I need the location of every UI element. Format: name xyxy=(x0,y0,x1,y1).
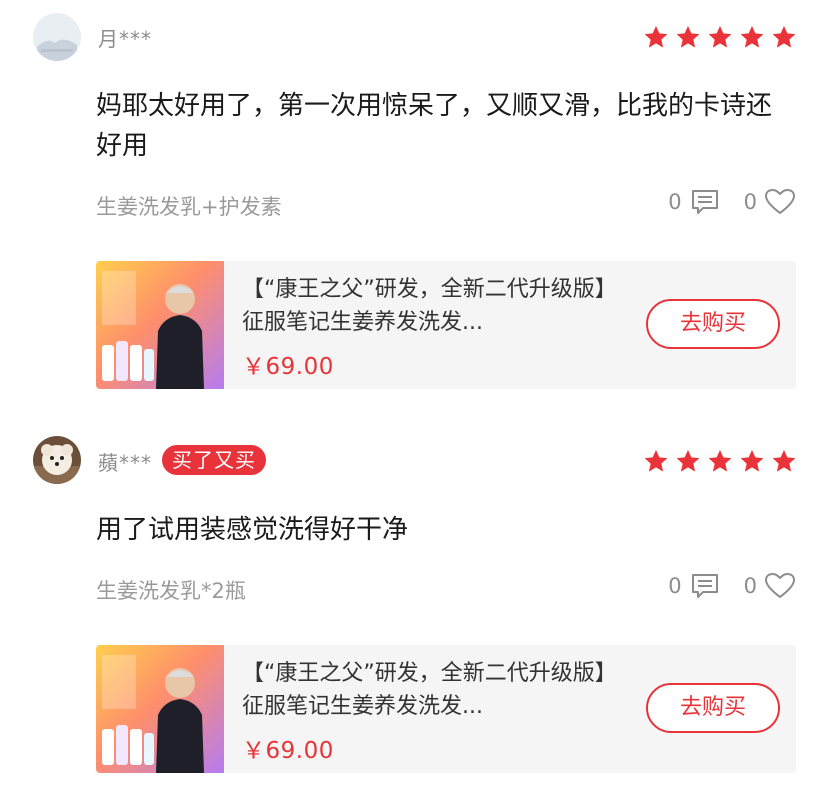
purchased-variant: 生姜洗发乳+护发素 xyxy=(96,195,282,219)
product-card[interactable]: 【“康王之父”研发，全新二代升级版】征服笔记生姜养发洗发... ￥69.00 去… xyxy=(96,645,796,773)
repurchase-badge: 买了又买 xyxy=(162,445,266,475)
comment-icon[interactable] xyxy=(690,573,720,599)
product-price: ￥69.00 xyxy=(242,738,334,764)
review-item: 蘋*** 买了又买 用了试用装感觉洗得好干净 生姜洗发乳*2瓶 0 0 【“康王… xyxy=(0,400,827,797)
product-thumbnail xyxy=(96,261,224,389)
heart-icon[interactable] xyxy=(765,573,795,599)
avatar[interactable] xyxy=(33,13,81,61)
like-count: 0 xyxy=(743,190,757,214)
star-icon xyxy=(772,449,796,472)
comment-count: 0 xyxy=(668,190,682,214)
star-icon xyxy=(740,449,764,472)
star-icon xyxy=(676,449,700,472)
avatar[interactable] xyxy=(33,436,81,484)
review-text: 用了试用装感觉洗得好干净 xyxy=(96,515,409,545)
star-icon xyxy=(708,449,732,472)
comment-icon[interactable] xyxy=(690,189,720,215)
product-title: 【“康王之父”研发，全新二代升级版】征服笔记生姜养发洗发... xyxy=(242,661,617,719)
rating-stars xyxy=(643,448,797,474)
review-actions: 0 0 xyxy=(668,189,795,215)
product-thumbnail xyxy=(96,645,224,773)
buy-button[interactable]: 去购买 xyxy=(646,683,780,733)
star-icon xyxy=(644,25,668,48)
product-card[interactable]: 【“康王之父”研发，全新二代升级版】征服笔记生姜养发洗发... ￥69.00 去… xyxy=(96,261,796,389)
star-icon xyxy=(772,25,796,48)
star-icon xyxy=(676,25,700,48)
review-item: 月*** 妈耶太好用了，第一次用惊呆了，又顺又滑，比我的卡诗还好用 生姜洗发乳+… xyxy=(0,0,827,400)
review-actions: 0 0 xyxy=(668,573,795,599)
username: 月*** xyxy=(98,27,152,51)
product-price: ￥69.00 xyxy=(242,354,334,380)
buy-button[interactable]: 去购买 xyxy=(646,299,780,349)
purchased-variant: 生姜洗发乳*2瓶 xyxy=(96,579,246,603)
comment-count: 0 xyxy=(668,574,682,598)
heart-icon[interactable] xyxy=(765,189,795,215)
review-text: 妈耶太好用了，第一次用惊呆了，又顺又滑，比我的卡诗还好用 xyxy=(96,91,773,161)
star-icon xyxy=(740,25,764,48)
star-icon xyxy=(644,449,668,472)
star-icon xyxy=(708,25,732,48)
like-count: 0 xyxy=(743,574,757,598)
product-title: 【“康王之父”研发，全新二代升级版】征服笔记生姜养发洗发... xyxy=(242,277,617,335)
username: 蘋*** xyxy=(98,451,152,475)
rating-stars xyxy=(643,24,797,50)
